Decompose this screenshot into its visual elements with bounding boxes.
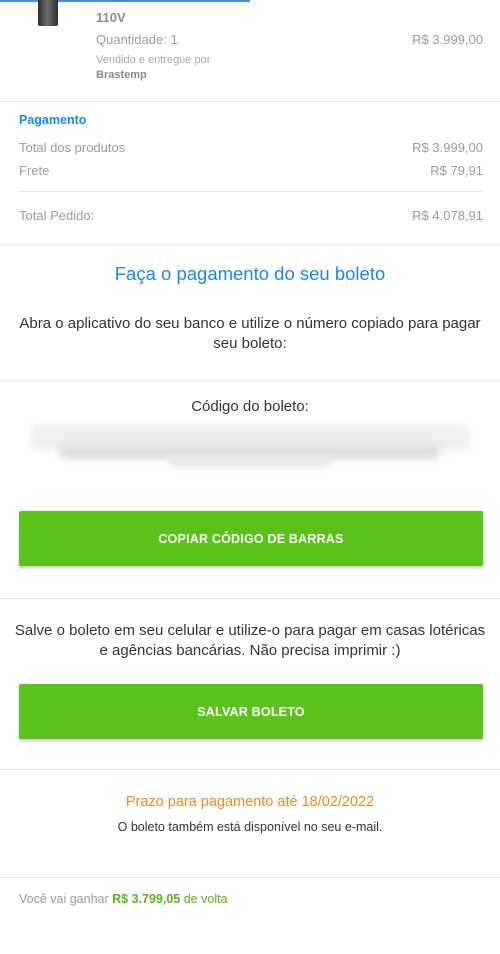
order-product-item: 110V Quantidade: 1 R$ 3.999,00 Vendido e… [0,0,500,102]
shipping-label: Frete [19,163,50,178]
payment-deadline: Prazo para pagamento até 18/02/2022 [125,794,375,810]
product-price: R$ 3.999,00 [412,32,483,47]
cashback-info: Você vai ganhar R$ 3.799,05 de volta [19,892,228,906]
boleto-code-redacted [30,421,470,473]
email-availability-note: O boleto também está disponível no seu e… [117,820,383,834]
instructions-text: Abra o aplicativo do seu banco e utilize… [19,315,481,352]
cashback-suffix: de volta [183,892,228,906]
save-boleto-button[interactable]: SALVAR BOLETO [19,684,483,739]
payment-divider [19,191,483,192]
seller-label: Vendido e entregue por [96,54,211,66]
order-total-label: Total Pedido: [19,208,95,223]
product-variant: 110V [96,10,126,25]
payment-title: Pagamento [19,113,87,127]
product-thumbnail [38,0,58,26]
copy-barcode-button[interactable]: COPIAR CÓDIGO DE BARRAS [19,511,483,566]
cashback-amount: R$ 3.799,05 [112,892,181,906]
instructions-title: Faça o pagamento do seu boleto [114,263,386,284]
save-boleto-section: Salve o boleto em seu celular e utilize-… [0,599,500,770]
seller-name: Brastemp [96,69,147,81]
shipping-row: Frete R$ 79,91 [19,163,483,178]
payment-summary: Pagamento Total dos produtos R$ 3.999,00… [0,102,500,245]
shipping-value: R$ 79,91 [430,163,483,178]
order-total-row: Total Pedido: R$ 4.078,91 [19,208,483,223]
products-total-label: Total dos produtos [19,140,126,155]
boleto-code-label: Código do boleto: [191,398,309,415]
save-boleto-text: Salve o boleto em seu celular e utilize-… [14,622,486,659]
cashback-prefix: Você vai ganhar [19,892,109,906]
payment-instructions: Faça o pagamento do seu boleto Abra o ap… [0,245,500,381]
products-total-value: R$ 3.999,00 [412,140,483,155]
boleto-code-section: Código do boleto: COPIAR CÓDIGO DE BARRA… [0,379,500,599]
products-total-row: Total dos produtos R$ 3.999,00 [19,140,483,155]
product-quantity: Quantidade: 1 [96,32,178,47]
deadline-section: Prazo para pagamento até 18/02/2022 O bo… [0,770,500,878]
order-total-value: R$ 4.078,91 [412,208,483,223]
